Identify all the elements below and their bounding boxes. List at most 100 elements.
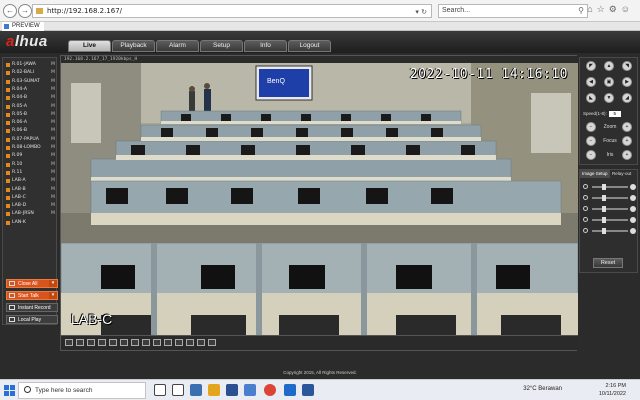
slider-handle[interactable] — [601, 228, 606, 234]
local-play-button[interactable]: Local Play — [6, 315, 58, 324]
star-icon[interactable]: ☆ — [597, 4, 609, 14]
home-icon[interactable]: ⌂ — [587, 4, 596, 14]
main-stream-toggle[interactable]: M — [51, 186, 55, 194]
mail-icon[interactable] — [244, 384, 256, 396]
iris-in-icon[interactable]: + — [622, 150, 632, 160]
weather-widget[interactable]: 32°C Berawan — [523, 386, 562, 392]
windows-start-icon[interactable] — [4, 385, 15, 396]
ptz-right-icon[interactable]: ▶ — [622, 77, 632, 87]
slider-handle[interactable] — [601, 206, 606, 212]
store-icon[interactable] — [226, 384, 238, 396]
image-slider[interactable] — [583, 217, 636, 223]
slider-handle[interactable] — [601, 217, 606, 223]
split-25-icon[interactable] — [164, 339, 172, 346]
channel-item[interactable]: LAN-K — [6, 219, 58, 227]
zoom-in-icon[interactable]: + — [622, 122, 632, 132]
reset-button[interactable]: Reset — [593, 258, 623, 268]
slider-track[interactable] — [592, 228, 628, 234]
image-slider[interactable] — [583, 206, 636, 212]
main-stream-toggle[interactable]: M — [51, 86, 55, 94]
system-clock[interactable]: 2:16 PM 10/11/2022 — [599, 382, 626, 398]
zoom-icon[interactable] — [98, 339, 106, 346]
image-slider[interactable] — [583, 228, 636, 234]
slider-track[interactable] — [592, 206, 628, 212]
speed-select[interactable]: 5 — [608, 111, 621, 117]
main-stream-toggle[interactable]: M — [51, 144, 55, 152]
main-stream-toggle[interactable]: M — [51, 202, 55, 210]
smiley-icon[interactable]: ☺ — [621, 4, 634, 14]
channel-item[interactable]: R.09 M — [6, 152, 58, 160]
main-stream-toggle[interactable]: M — [51, 61, 55, 69]
tab-setup[interactable]: Setup — [200, 40, 243, 52]
fluency-icon[interactable] — [87, 339, 95, 346]
chevron-down-icon[interactable]: ▾ — [49, 280, 57, 287]
ratio-icon[interactable] — [76, 339, 84, 346]
main-stream-toggle[interactable]: M — [51, 111, 55, 119]
focus-out-icon[interactable]: − — [586, 136, 596, 146]
image-slider[interactable] — [583, 195, 636, 201]
ptz-up-icon[interactable]: ▲ — [604, 61, 614, 71]
forward-icon[interactable]: → — [18, 4, 32, 18]
taskbar-search-input[interactable]: Type here to search — [18, 382, 146, 399]
browser-search-input[interactable]: Search... ⚲ — [438, 4, 588, 18]
slider-track[interactable] — [592, 184, 628, 190]
channel-item[interactable]: LAB-JRSN M — [6, 210, 58, 218]
channel-item[interactable]: R.03-SUMAT M — [6, 78, 58, 86]
file-explorer-icon[interactable] — [208, 384, 220, 396]
split-1-icon[interactable] — [109, 339, 117, 346]
ie-icon[interactable] — [284, 384, 296, 396]
channel-item[interactable]: R.11 M — [6, 169, 58, 177]
channel-item[interactable]: R.06-A M — [6, 119, 58, 127]
main-stream-toggle[interactable]: M — [51, 136, 55, 144]
main-stream-toggle[interactable]: M — [51, 103, 55, 111]
split-36-icon[interactable] — [175, 339, 183, 346]
ptz-center-icon[interactable]: ▣ — [604, 77, 614, 87]
split-4-icon[interactable] — [120, 339, 128, 346]
snapshot-icon[interactable] — [186, 339, 194, 346]
record-icon[interactable] — [197, 339, 205, 346]
split-8-icon[interactable] — [131, 339, 139, 346]
image-slider[interactable] — [583, 184, 636, 190]
ptz-left-icon[interactable]: ◀ — [586, 77, 596, 87]
main-stream-toggle[interactable]: M — [51, 210, 55, 218]
address-bar[interactable]: http://192.168.2.167/ ▾ ↻ — [32, 4, 432, 18]
refresh-icon[interactable]: ▾ ↻ — [415, 6, 427, 18]
ptz-down-icon[interactable]: ▼ — [604, 93, 614, 103]
slider-handle[interactable] — [601, 184, 606, 190]
camera-feed[interactable]: BenQ 2022-10-11 14:16:10 LAB-C — [61, 63, 578, 337]
channel-item[interactable]: LAB-C M — [6, 194, 58, 202]
zoom-out-icon[interactable]: − — [586, 122, 596, 132]
tab-live[interactable]: Live — [68, 40, 111, 52]
back-icon[interactable]: ← — [3, 4, 17, 18]
chevron-down-icon[interactable]: ▾ — [49, 292, 57, 299]
gear-icon[interactable]: ⚙ — [609, 4, 621, 14]
channel-item[interactable]: R.02-BALI M — [6, 69, 58, 77]
main-stream-toggle[interactable]: M — [51, 69, 55, 77]
tab-image-setup[interactable]: Image Setup — [580, 170, 610, 178]
tab-logout[interactable]: Logout — [288, 40, 331, 52]
main-stream-toggle[interactable]: M — [51, 127, 55, 135]
task-view-icon[interactable] — [172, 384, 184, 396]
channel-item[interactable]: R.05-A M — [6, 103, 58, 111]
tab-relay-out[interactable]: Relay-out — [610, 170, 633, 178]
main-stream-toggle[interactable]: M — [51, 161, 55, 169]
main-stream-toggle[interactable]: M — [51, 94, 55, 102]
chrome-icon[interactable] — [264, 384, 276, 396]
channel-item[interactable]: R.06-B M — [6, 127, 58, 135]
instant-record-button[interactable]: Instant Record — [6, 303, 58, 312]
iris-out-icon[interactable]: − — [586, 150, 596, 160]
audio-icon[interactable] — [208, 339, 216, 346]
ptz-up-right-icon[interactable]: ◥ — [622, 61, 632, 71]
cortana-icon[interactable] — [154, 384, 166, 396]
channel-item[interactable]: LAB-A M — [6, 177, 58, 185]
search-icon[interactable]: ⚲ — [578, 5, 584, 17]
slider-track[interactable] — [592, 195, 628, 201]
main-stream-toggle[interactable]: M — [51, 78, 55, 86]
channel-item[interactable]: R.04-B M — [6, 94, 58, 102]
edge-icon[interactable] — [190, 384, 202, 396]
channel-item[interactable]: R.10 M — [6, 161, 58, 169]
slider-handle[interactable] — [601, 195, 606, 201]
channel-item[interactable]: R.01-JAWA M — [6, 61, 58, 69]
ptz-down-left-icon[interactable]: ◣ — [586, 93, 596, 103]
channel-item[interactable]: R.08-LOMBO M — [6, 144, 58, 152]
